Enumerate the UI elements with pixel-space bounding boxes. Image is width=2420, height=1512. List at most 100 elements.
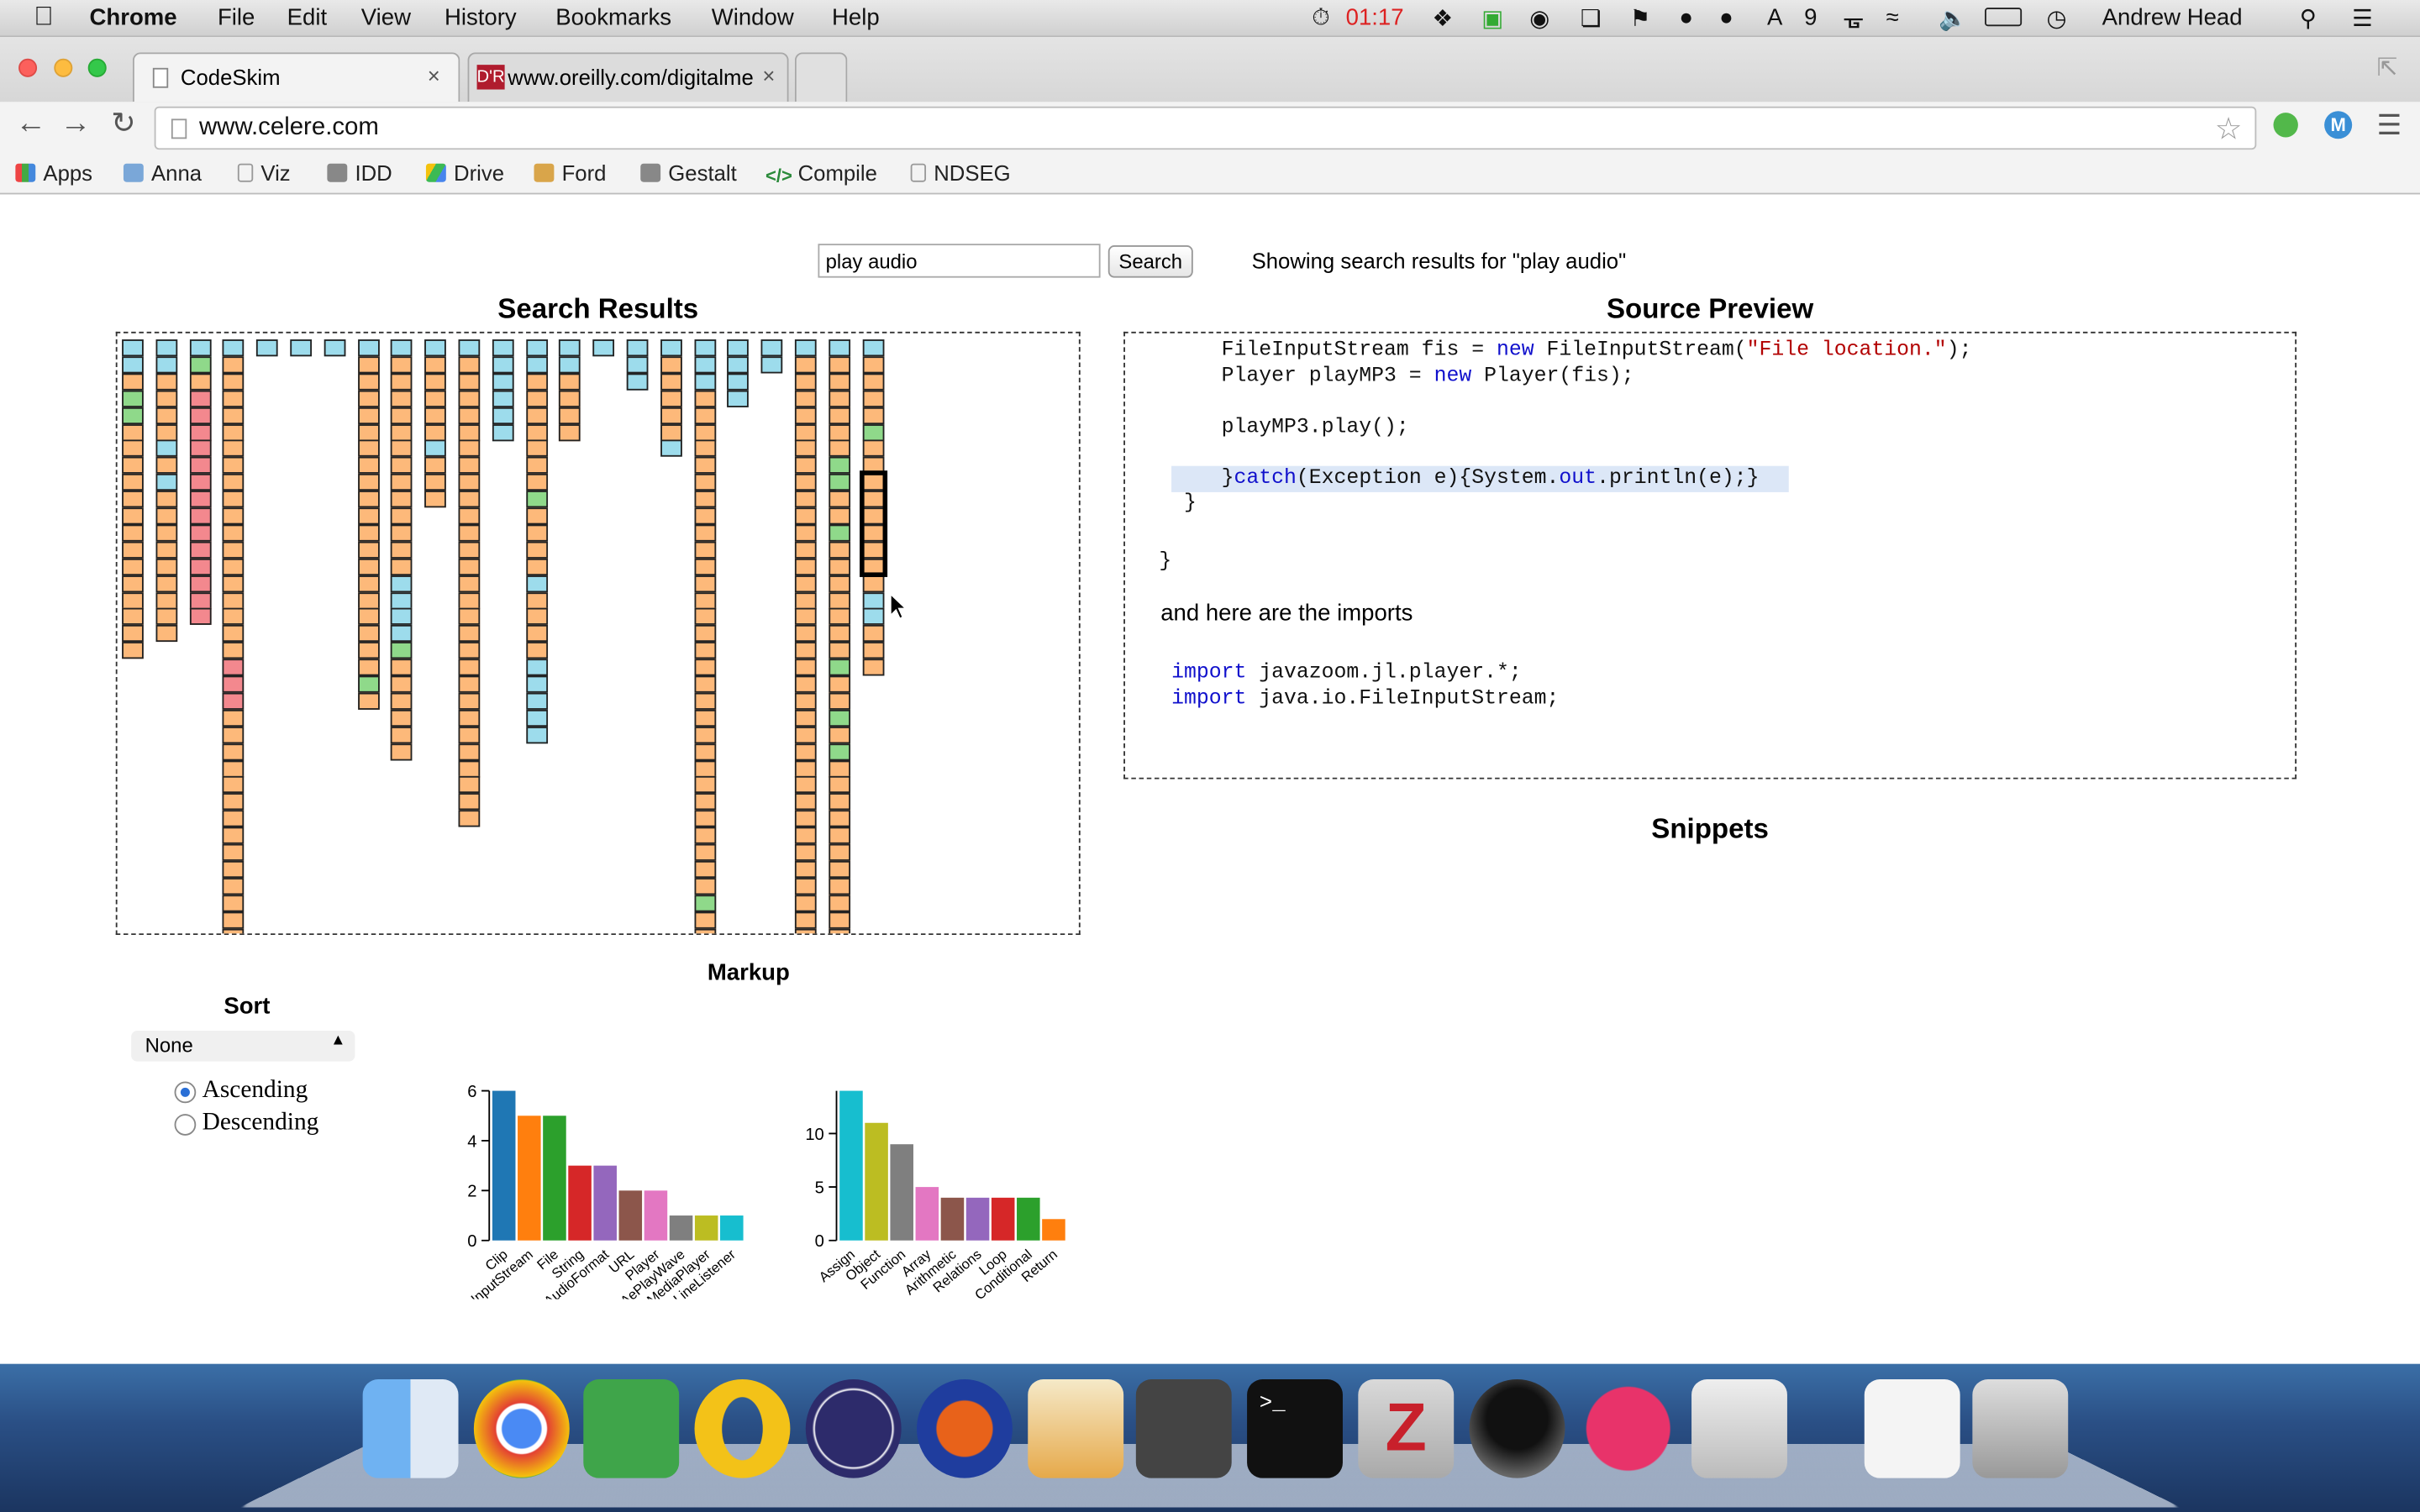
- result-line-cell[interactable]: [828, 591, 850, 609]
- result-line-cell[interactable]: [794, 608, 817, 626]
- result-line-cell[interactable]: [189, 474, 211, 491]
- result-line-cell[interactable]: [525, 659, 548, 676]
- zotero-icon[interactable]: Z: [1358, 1379, 1455, 1478]
- bookmark-drive[interactable]: Drive: [425, 160, 504, 185]
- result-line-cell[interactable]: [693, 726, 716, 743]
- result-line-cell[interactable]: [794, 675, 817, 693]
- result-line-cell[interactable]: [828, 524, 850, 542]
- result-line-cell[interactable]: [122, 373, 144, 391]
- result-line-cell[interactable]: [828, 743, 850, 760]
- result-line-cell[interactable]: [828, 457, 850, 475]
- result-line-cell[interactable]: [525, 356, 548, 374]
- result-line-cell[interactable]: [828, 423, 850, 441]
- result-line-cell[interactable]: [155, 423, 177, 441]
- result-line-cell[interactable]: [525, 625, 548, 643]
- result-line-cell[interactable]: [559, 423, 581, 441]
- result-line-cell[interactable]: [693, 373, 716, 391]
- result-line-cell[interactable]: [861, 407, 884, 424]
- result-line-cell[interactable]: [391, 474, 413, 491]
- result-line-cell[interactable]: [324, 339, 346, 357]
- result-line-cell[interactable]: [626, 356, 649, 374]
- result-line-cell[interactable]: [693, 692, 716, 710]
- result-line-cell[interactable]: [391, 390, 413, 407]
- result-line-cell[interactable]: [693, 440, 716, 458]
- result-line-cell[interactable]: [155, 558, 177, 575]
- result-line-cell[interactable]: [155, 491, 177, 508]
- result-line-cell[interactable]: [357, 474, 380, 491]
- result-line-cell[interactable]: [693, 642, 716, 659]
- result-line-cell[interactable]: [458, 659, 481, 676]
- result-line-cell[interactable]: [424, 339, 447, 357]
- result-line-cell[interactable]: [525, 491, 548, 508]
- result-line-cell[interactable]: [189, 591, 211, 609]
- result-line-cell[interactable]: [828, 440, 850, 458]
- result-line-cell[interactable]: [794, 339, 817, 357]
- result-line-cell[interactable]: [223, 877, 245, 895]
- result-line-cell[interactable]: [525, 541, 548, 559]
- result-line-cell[interactable]: [189, 608, 211, 626]
- adobe-icon[interactable]: A: [1767, 5, 1782, 31]
- result-line-cell[interactable]: [794, 524, 817, 542]
- result-line-cell[interactable]: [189, 390, 211, 407]
- result-line-cell[interactable]: [122, 625, 144, 643]
- app-icon[interactable]: ◉: [1529, 5, 1549, 32]
- user-name[interactable]: Andrew Head: [2102, 5, 2243, 31]
- result-line-cell[interactable]: [458, 339, 481, 357]
- reload-icon[interactable]: ↻: [111, 107, 135, 142]
- result-line-cell[interactable]: [693, 625, 716, 643]
- result-line-cell[interactable]: [357, 423, 380, 441]
- result-line-cell[interactable]: [525, 709, 548, 727]
- result-line-cell[interactable]: [794, 507, 817, 525]
- bookmark-idd[interactable]: IDD: [327, 160, 392, 185]
- result-line-cell[interactable]: [828, 692, 850, 710]
- result-line-cell[interactable]: [391, 507, 413, 525]
- result-line-cell[interactable]: [660, 390, 682, 407]
- result-line-cell[interactable]: [223, 575, 245, 592]
- result-line-cell[interactable]: [424, 390, 447, 407]
- result-line-cell[interactable]: [693, 659, 716, 676]
- result-line-cell[interactable]: [458, 692, 481, 710]
- result-line-cell[interactable]: [223, 608, 245, 626]
- menu-view[interactable]: View: [361, 5, 411, 31]
- result-line-cell[interactable]: [794, 827, 817, 844]
- menu-app-name[interactable]: Chrome: [90, 5, 177, 31]
- zoom-window-button[interactable]: [87, 58, 107, 77]
- result-line-cell[interactable]: [525, 608, 548, 626]
- result-line-cell[interactable]: [693, 507, 716, 525]
- result-line-cell[interactable]: [458, 423, 481, 441]
- result-line-cell[interactable]: [693, 491, 716, 508]
- result-line-cell[interactable]: [592, 339, 615, 357]
- result-line-cell[interactable]: [155, 339, 177, 357]
- dropbox-icon[interactable]: ❖: [1432, 5, 1453, 32]
- result-line-cell[interactable]: [122, 390, 144, 407]
- result-line-cell[interactable]: [660, 356, 682, 374]
- result-line-cell[interactable]: [861, 390, 884, 407]
- result-line-cell[interactable]: [391, 491, 413, 508]
- result-line-cell[interactable]: [357, 457, 380, 475]
- result-line-cell[interactable]: [693, 793, 716, 811]
- bookmark-anna[interactable]: Anna: [123, 160, 202, 185]
- menu-edit[interactable]: Edit: [287, 5, 327, 31]
- result-line-cell[interactable]: [189, 558, 211, 575]
- sort-select[interactable]: None ▲: [131, 1030, 355, 1062]
- result-line-cell[interactable]: [122, 558, 144, 575]
- bookmark-gestalt[interactable]: Gestalt: [640, 160, 737, 185]
- result-line-cell[interactable]: [223, 642, 245, 659]
- result-line-cell[interactable]: [391, 524, 413, 542]
- bookmark-ndseg[interactable]: NDSEG: [910, 160, 1011, 185]
- forward-icon[interactable]: →: [60, 107, 92, 142]
- bubble-icon[interactable]: ●: [1719, 5, 1733, 31]
- result-line-cell[interactable]: [391, 659, 413, 676]
- result-line-cell[interactable]: [693, 356, 716, 374]
- result-line-cell[interactable]: [794, 810, 817, 827]
- result-line-cell[interactable]: [861, 575, 884, 592]
- result-line-cell[interactable]: [290, 339, 313, 357]
- result-line-cell[interactable]: [492, 356, 514, 374]
- back-icon[interactable]: ←: [15, 107, 46, 142]
- radio-ascending[interactable]: [174, 1081, 197, 1104]
- result-line-cell[interactable]: [458, 675, 481, 693]
- menu-file[interactable]: File: [218, 5, 255, 31]
- result-line-cell[interactable]: [357, 407, 380, 424]
- result-line-cell[interactable]: [189, 507, 211, 525]
- result-line-cell[interactable]: [122, 591, 144, 609]
